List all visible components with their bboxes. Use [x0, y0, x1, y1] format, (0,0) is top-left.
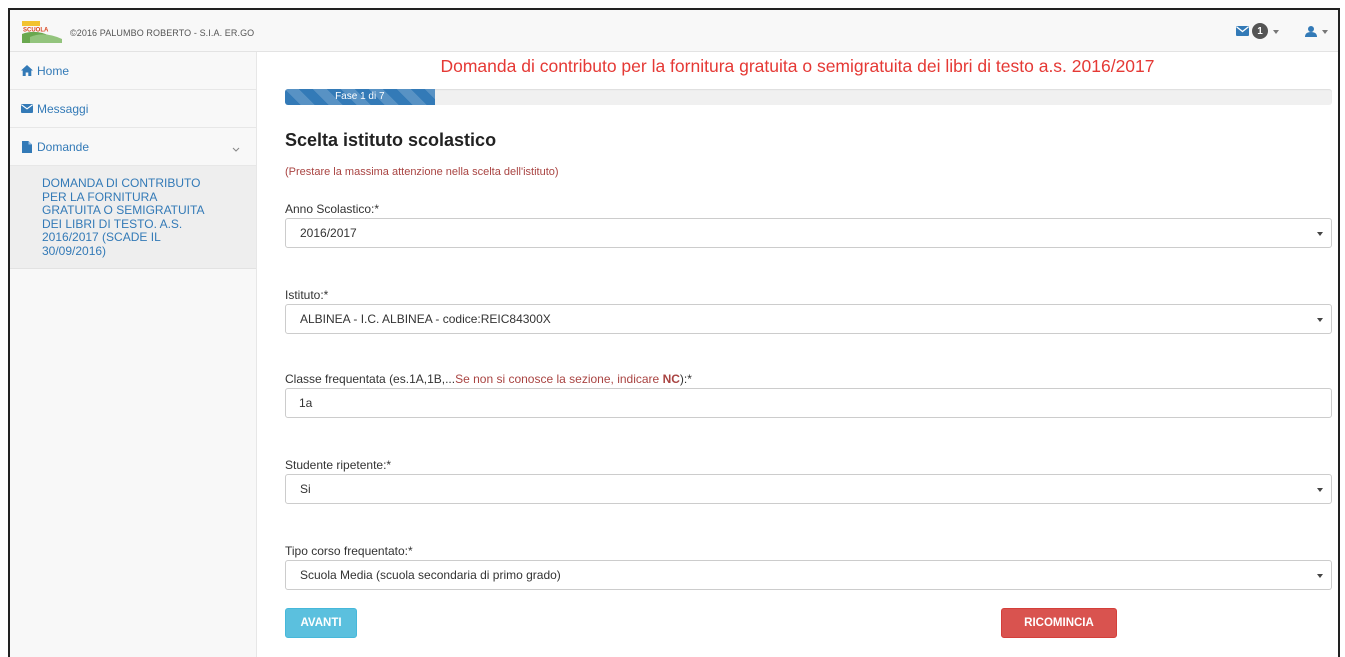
- scuola-logo-icon[interactable]: SCUOLA: [22, 21, 64, 43]
- app-window: SCUOLA ©2016 PALUMBO ROBERTO - S.I.A. ER…: [0, 0, 1345, 657]
- envelope-icon: [1236, 26, 1249, 36]
- classe-input[interactable]: 1a: [285, 388, 1332, 418]
- classe-label-suffix: ):*: [679, 372, 692, 386]
- chevron-down-icon: [1273, 29, 1279, 34]
- warning-notice: (Prestare la massima attenzione nella sc…: [285, 166, 559, 178]
- progress-fill: Fase 1 di 7: [285, 89, 435, 105]
- select-value: ALBINEA - I.C. ALBINEA - codice:REIC8430…: [300, 312, 551, 326]
- istituto-select[interactable]: ALBINEA - I.C. ALBINEA - codice:REIC8430…: [285, 304, 1332, 334]
- chevron-down-icon: [1322, 29, 1328, 34]
- chevron-down-icon: [1317, 574, 1323, 578]
- submenu-line: GRATUITA O SEMIGRATUITA: [42, 203, 205, 217]
- wizard-progress-bar: Fase 1 di 7: [285, 89, 1332, 105]
- sidebar-item-home[interactable]: Home: [10, 52, 256, 90]
- sidebar-item-domande[interactable]: Domande: [10, 128, 256, 166]
- user-icon: [1305, 25, 1317, 37]
- classe-label-hint-text: Se non si conosce la sezione, indicare: [455, 372, 663, 386]
- tipo-corso-select[interactable]: Scuola Media (scuola secondaria di primo…: [285, 560, 1332, 590]
- ripetente-label: Studente ripetente:*: [285, 458, 392, 472]
- envelope-icon: [21, 103, 33, 115]
- window-border-right: [1338, 8, 1340, 657]
- submenu-line: 2016/2017 (Scade il: [42, 230, 161, 244]
- select-value: Scuola Media (scuola secondaria di primo…: [300, 568, 561, 582]
- home-icon: [21, 65, 33, 77]
- classe-label-prefix: Classe frequentata (es.1A,1B,...: [285, 372, 456, 386]
- user-dropdown[interactable]: [1305, 22, 1328, 40]
- main-content: Domanda di contributo per la fornitura g…: [257, 52, 1338, 657]
- anno-scolastico-label: Anno Scolastico:*: [285, 202, 380, 216]
- select-value: Si: [300, 482, 311, 496]
- chevron-down-icon: [1317, 318, 1323, 322]
- avanti-button[interactable]: AVANTI: [285, 608, 357, 638]
- ricomincia-button[interactable]: RICOMINCIA: [1001, 608, 1117, 638]
- navbar-right: 1: [1236, 22, 1328, 40]
- classe-label: Classe frequentata (es.1A,1B,...Se non s…: [285, 372, 692, 386]
- submenu-line: DOMANDA DI CONTRIBUTO: [42, 176, 201, 190]
- submenu-line: DEI LIBRI DI TESTO. A.S.: [42, 216, 183, 231]
- tipo-corso-label: Tipo corso frequentato:*: [285, 544, 413, 558]
- sidebar-item-label: Home: [37, 63, 70, 78]
- chevron-down-icon: [1317, 232, 1323, 236]
- top-navbar: SCUOLA ©2016 PALUMBO ROBERTO - S.I.A. ER…: [10, 10, 1338, 52]
- chevron-down-icon: [1317, 488, 1323, 492]
- chevron-down-icon: [232, 142, 240, 156]
- submenu-line: PER LA FORNITURA: [42, 189, 158, 204]
- sidebar-item-messaggi[interactable]: Messaggi: [10, 90, 256, 128]
- messages-count-badge: 1: [1252, 23, 1268, 39]
- page-title: Domanda di contributo per la fornitura g…: [440, 56, 1155, 76]
- input-value: 1a: [299, 396, 313, 410]
- sidebar: Home Messaggi Domande DOMANDA DI CONTRIB…: [10, 52, 257, 657]
- istituto-label: Istituto:*: [285, 288, 329, 302]
- file-icon: [21, 140, 33, 153]
- sidebar-subitem-domanda-contributo[interactable]: DOMANDA DI CONTRIBUTO PER LA FORNITURA G…: [10, 166, 256, 269]
- classe-label-hint: Se non si conosce la sezione, indicare N…: [455, 372, 680, 386]
- section-title: Scelta istituto scolastico: [285, 130, 497, 150]
- sidebar-item-label: Domande: [37, 139, 90, 154]
- select-value: 2016/2017: [300, 226, 357, 240]
- ripetente-select[interactable]: Si: [285, 474, 1332, 504]
- submenu-line: 30/09/2016): [42, 243, 107, 258]
- classe-label-hint-bold: NC: [662, 372, 680, 386]
- anno-scolastico-select[interactable]: 2016/2017: [285, 218, 1332, 248]
- copyright-text: ©2016 PALUMBO ROBERTO - S.I.A. ER.GO: [70, 28, 255, 38]
- sidebar-item-label: Messaggi: [37, 101, 89, 116]
- messages-dropdown[interactable]: 1: [1236, 22, 1279, 40]
